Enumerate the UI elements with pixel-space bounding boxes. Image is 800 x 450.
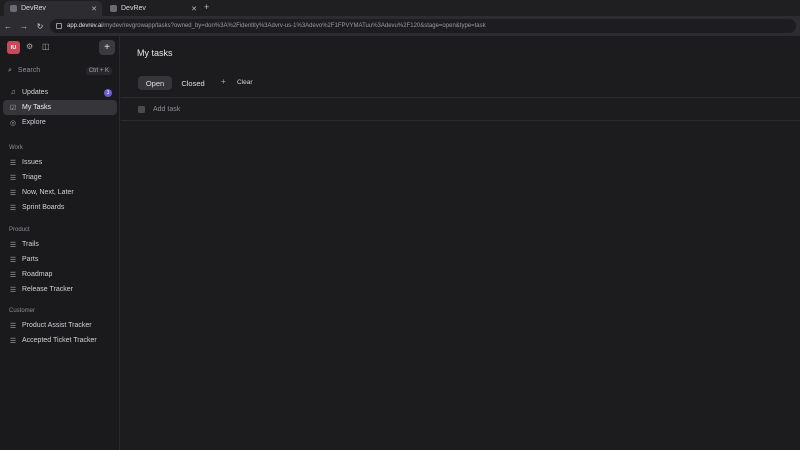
sidebar-item-accepted-ticket-tracker[interactable]: ☰ Accepted Ticket Tracker	[3, 333, 117, 348]
create-button[interactable]: +	[99, 40, 115, 55]
url-path: /mydev/revgrowapp/tasks?owned_by=don%3A%…	[102, 23, 486, 29]
sidebar-item-updates[interactable]: ♫ Updates 3	[3, 85, 117, 100]
list-icon: ☰	[9, 189, 17, 197]
plus-icon: +	[104, 42, 110, 53]
browser-tabstrip: DevRev ✕ DevRev ✕ +	[0, 0, 800, 16]
sidebar-item-product-assist-tracker[interactable]: ☰ Product Assist Tracker	[3, 318, 117, 333]
compass-icon: ◎	[9, 119, 17, 127]
close-tab-icon[interactable]: ✕	[191, 5, 197, 13]
sidebar-item-label: Parts	[22, 256, 39, 263]
list-icon: ☰	[9, 256, 17, 264]
sidebar-item-triage[interactable]: ☰ Triage	[3, 170, 117, 185]
close-tab-icon[interactable]: ✕	[91, 5, 97, 13]
sidebar-item-trails[interactable]: ☰ Trails	[3, 237, 117, 252]
sidebar-item-label: Accepted Ticket Tracker	[22, 337, 97, 344]
browser-tab-title: DevRev	[21, 5, 46, 12]
browser-tab-devrev[interactable]: DevRev ✕	[104, 1, 202, 16]
browser-tab-title: DevRev	[121, 5, 146, 12]
search-icon: ⌕	[8, 66, 12, 74]
sidebar-item-my-tasks[interactable]: ☑ My Tasks	[3, 100, 117, 115]
sidebar-item-label: Now, Next, Later	[22, 189, 74, 196]
tab-closed[interactable]: Closed	[175, 76, 211, 90]
sidebar-item-roadmap[interactable]: ☰ Roadmap	[3, 267, 117, 282]
sidebar-item-label: Trails	[22, 241, 39, 248]
list-icon: ☰	[9, 174, 17, 182]
devrev-favicon-icon	[110, 5, 117, 12]
sidebar-item-now-next-later[interactable]: ☰ Now, Next, Later	[3, 185, 117, 200]
tasks-icon: ☑	[9, 104, 17, 112]
task-checkbox[interactable]	[138, 105, 145, 113]
sidebar-item-label: My Tasks	[22, 104, 52, 111]
tab-open[interactable]: Open	[138, 76, 172, 90]
sidebar-item-parts[interactable]: ☰ Parts	[3, 252, 117, 267]
list-icon: ☰	[9, 286, 17, 294]
sidebar-item-issues[interactable]: ☰ Issues	[3, 155, 117, 170]
sidebar-item-label: Issues	[22, 159, 43, 166]
list-icon: ☰	[9, 159, 17, 167]
forward-arrow-icon[interactable]: →	[16, 22, 32, 31]
avatar[interactable]: IU	[7, 41, 20, 54]
sidebar-item-label: Release Tracker	[22, 286, 73, 293]
back-arrow-icon[interactable]: ←	[0, 22, 16, 31]
sidebar-item-label: Explore	[22, 119, 46, 126]
updates-count-badge: 3	[104, 88, 112, 97]
bell-icon: ♫	[10, 89, 16, 96]
sidebar-item-label: Updates	[22, 89, 49, 96]
list-icon: ☰	[9, 322, 17, 330]
sidebar-item-release-tracker[interactable]: ☰ Release Tracker	[3, 282, 117, 297]
search-bar[interactable]: ⌕ Search Ctrl + K	[4, 63, 116, 78]
sidebar-item-sprint-boards[interactable]: ☰ Sprint Boards	[3, 200, 117, 215]
sidebar-item-label: Roadmap	[22, 271, 53, 278]
page-title: My tasks	[137, 48, 173, 58]
add-task-label: Add task	[153, 105, 181, 113]
divider	[121, 120, 800, 121]
list-icon: ☰	[9, 204, 17, 212]
section-header-work: Work	[9, 145, 23, 151]
sidebar-item-explore[interactable]: ◎ Explore	[3, 115, 117, 130]
list-icon: ☰	[9, 241, 17, 249]
devrev-favicon-icon	[10, 5, 17, 12]
section-header-product: Product	[9, 227, 30, 233]
new-tab-icon[interactable]: +	[204, 2, 209, 12]
sidebar-item-label: Triage	[22, 174, 42, 181]
search-shortcut: Ctrl + K	[85, 66, 112, 75]
main-content: My tasks Open Closed + Clear Add task	[121, 36, 800, 450]
sidebar-toggle-icon[interactable]: ◫	[42, 42, 50, 51]
url-host: app.devrev.ai	[67, 23, 103, 29]
clear-filters-button[interactable]: Clear	[237, 79, 253, 86]
site-info-icon[interactable]	[56, 23, 62, 29]
reload-icon[interactable]: ↻	[32, 22, 48, 31]
browser-address-bar: ← → ↻ app.devrev.ai/mydev/revgrowapp/tas…	[0, 16, 800, 36]
browser-tab-devrev-active[interactable]: DevRev ✕	[4, 1, 102, 16]
url-field[interactable]: app.devrev.ai/mydev/revgrowapp/tasks?own…	[50, 19, 796, 33]
sidebar-item-label: Product Assist Tracker	[22, 322, 92, 329]
settings-gear-icon[interactable]: ⚙	[26, 42, 33, 51]
sidebar: IU ⚙ ◫ + ⌕ Search Ctrl + K ♫ Updates 3 ☑…	[0, 36, 120, 450]
list-icon: ☰	[9, 337, 17, 345]
search-placeholder: Search	[17, 67, 41, 74]
list-icon: ☰	[9, 271, 17, 279]
section-header-customer: Customer	[9, 308, 36, 314]
add-task-row[interactable]: Add task	[121, 98, 800, 120]
sidebar-item-label: Sprint Boards	[22, 204, 65, 211]
add-filter-icon[interactable]: +	[221, 77, 226, 86]
